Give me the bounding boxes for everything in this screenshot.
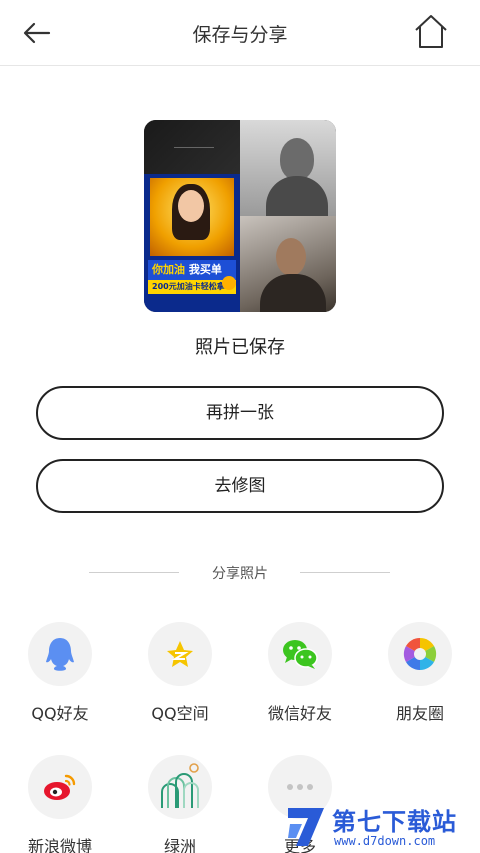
share-qzone[interactable]: QQ空间 (120, 622, 240, 732)
d7down-logo-icon (288, 808, 324, 846)
share-label: 朋友圈 (395, 704, 444, 723)
oasis-icon (161, 763, 199, 808)
collage-tile-portrait-bw (240, 120, 336, 216)
share-moments[interactable]: 朋友圈 (360, 622, 480, 732)
collage-tile-dark (144, 120, 240, 174)
watermark-url: www.d7down.com (334, 834, 436, 848)
share-label: 新浪微博 (27, 837, 92, 853)
poster-banner: 你加油 我买单 (148, 260, 236, 280)
share-label: QQ空间 (151, 704, 209, 723)
divider-right (300, 572, 390, 573)
share-label: QQ好友 (31, 704, 89, 723)
share-label: 微信好友 (267, 704, 332, 723)
collage-tile-poster: 你加油 我买单 200元加油卡轻松拿 (144, 174, 240, 312)
collage-preview: 你加油 我买单 200元加油卡轻松拿 (144, 120, 336, 312)
share-oasis[interactable]: 绿洲 (120, 755, 240, 853)
moments-icon (403, 637, 437, 671)
share-wechat-friend[interactable]: 微信好友 (240, 622, 360, 732)
app-header: 保存与分享 (0, 0, 480, 66)
more-icon (287, 784, 313, 790)
share-label: 绿洲 (163, 837, 196, 853)
make-another-button[interactable]: 再拼一张 (36, 386, 444, 440)
qq-icon (46, 638, 74, 671)
home-button[interactable] (414, 14, 448, 50)
home-icon (415, 15, 447, 48)
collage-tile-portrait-man (240, 216, 336, 312)
qzone-icon (167, 641, 193, 667)
share-weibo[interactable]: 新浪微博 (0, 755, 120, 853)
share-qq-friend[interactable]: QQ好友 (0, 622, 120, 732)
weibo-icon (44, 774, 76, 800)
wechat-icon (283, 640, 318, 669)
share-section-title: 分享照片 (212, 566, 268, 582)
watermark-name: 第七下载站 (332, 808, 457, 836)
watermark-logo: 第七下载站 www.d7down.com (284, 800, 480, 853)
page-title: 保存与分享 (192, 24, 288, 46)
edit-photo-button[interactable]: 去修图 (36, 459, 444, 513)
saved-status-text: 照片已保存 (195, 337, 285, 358)
